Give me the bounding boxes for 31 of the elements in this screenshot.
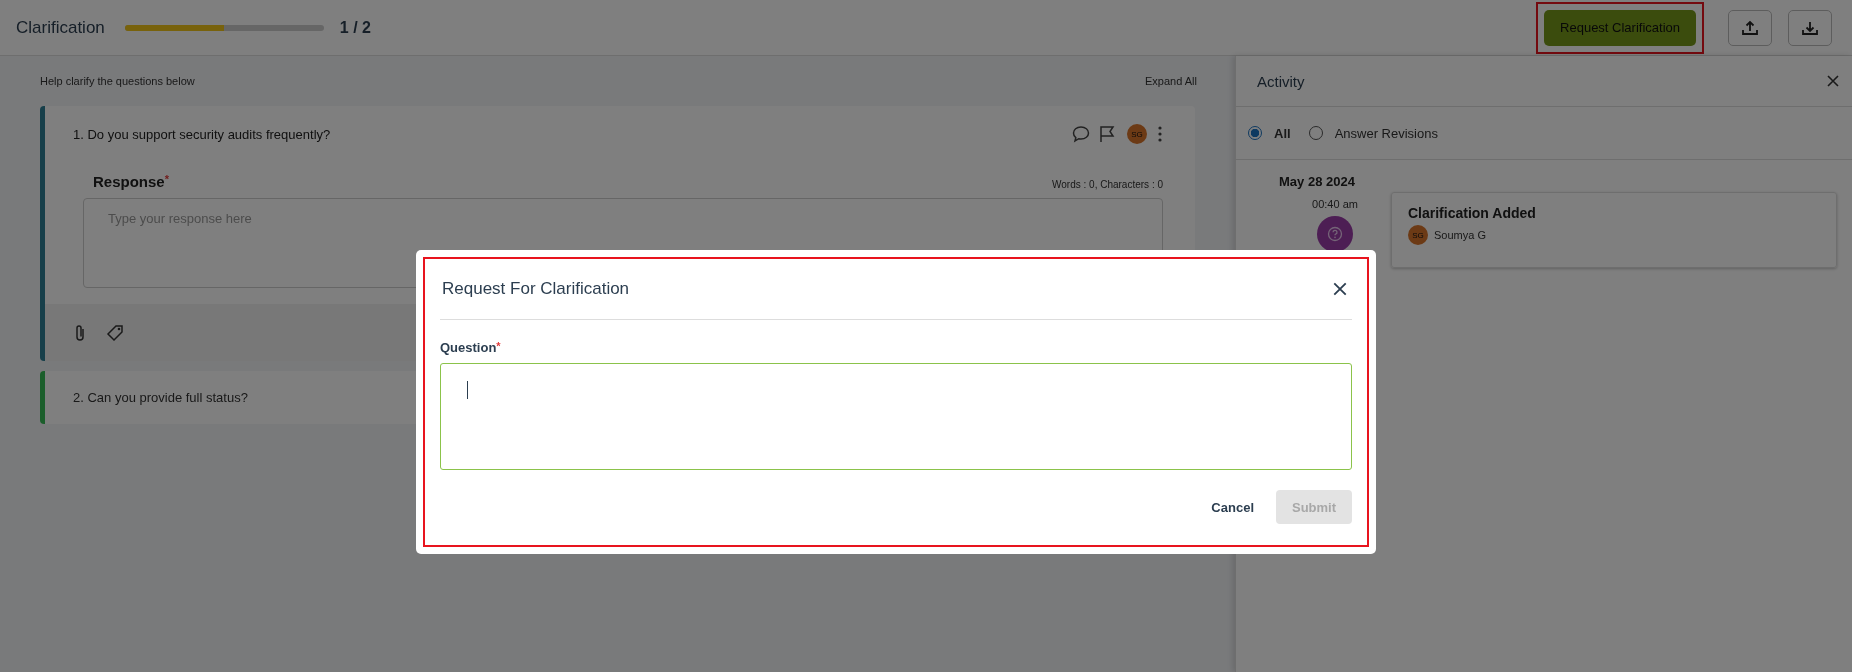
- more-icon[interactable]: [1157, 125, 1163, 143]
- question-text[interactable]: 1. Do you support security audits frequently?: [73, 126, 331, 142]
- progress-count: 1 / 2: [339, 18, 371, 37]
- activity-date: May 28 2024: [1279, 174, 1355, 189]
- text-cursor: [467, 381, 468, 399]
- activity-time: 00:40 am: [1312, 198, 1358, 210]
- download-button[interactable]: [1788, 9, 1832, 46]
- panel-title: Activity: [1257, 72, 1305, 90]
- filter-radio[interactable]: Answer Revisions: [1308, 125, 1438, 141]
- question-mark-icon: [1317, 216, 1353, 252]
- question-label: Question*: [440, 340, 501, 355]
- cancel-button[interactable]: Cancel: [1203, 493, 1262, 521]
- page-title: Clarification: [16, 17, 105, 38]
- upload-icon: [1741, 18, 1759, 37]
- activity-title: Clarification Added: [1408, 205, 1537, 221]
- word-counter: Words : 0, Characters : 0: [1052, 179, 1163, 190]
- flag-icon[interactable]: [1097, 124, 1117, 144]
- filter-radio[interactable]: All: [1248, 125, 1291, 141]
- expand-all-link[interactable]: Expand All: [1145, 75, 1197, 87]
- question-field[interactable]: [440, 363, 1352, 470]
- question-text[interactable]: 2. Can you provide full status?: [73, 390, 248, 405]
- tag-icon[interactable]: [105, 322, 125, 343]
- close-icon[interactable]: [1332, 281, 1348, 297]
- intro-text: Help clarify the questions below: [40, 75, 195, 87]
- paperclip-icon[interactable]: [73, 322, 87, 343]
- user-name: Soumya G: [1434, 229, 1486, 241]
- response-label: Response*: [93, 173, 169, 190]
- user-avatar: SG: [1408, 225, 1428, 245]
- close-icon[interactable]: [1826, 74, 1840, 88]
- upload-button[interactable]: [1728, 9, 1772, 46]
- comment-icon[interactable]: [1071, 124, 1091, 144]
